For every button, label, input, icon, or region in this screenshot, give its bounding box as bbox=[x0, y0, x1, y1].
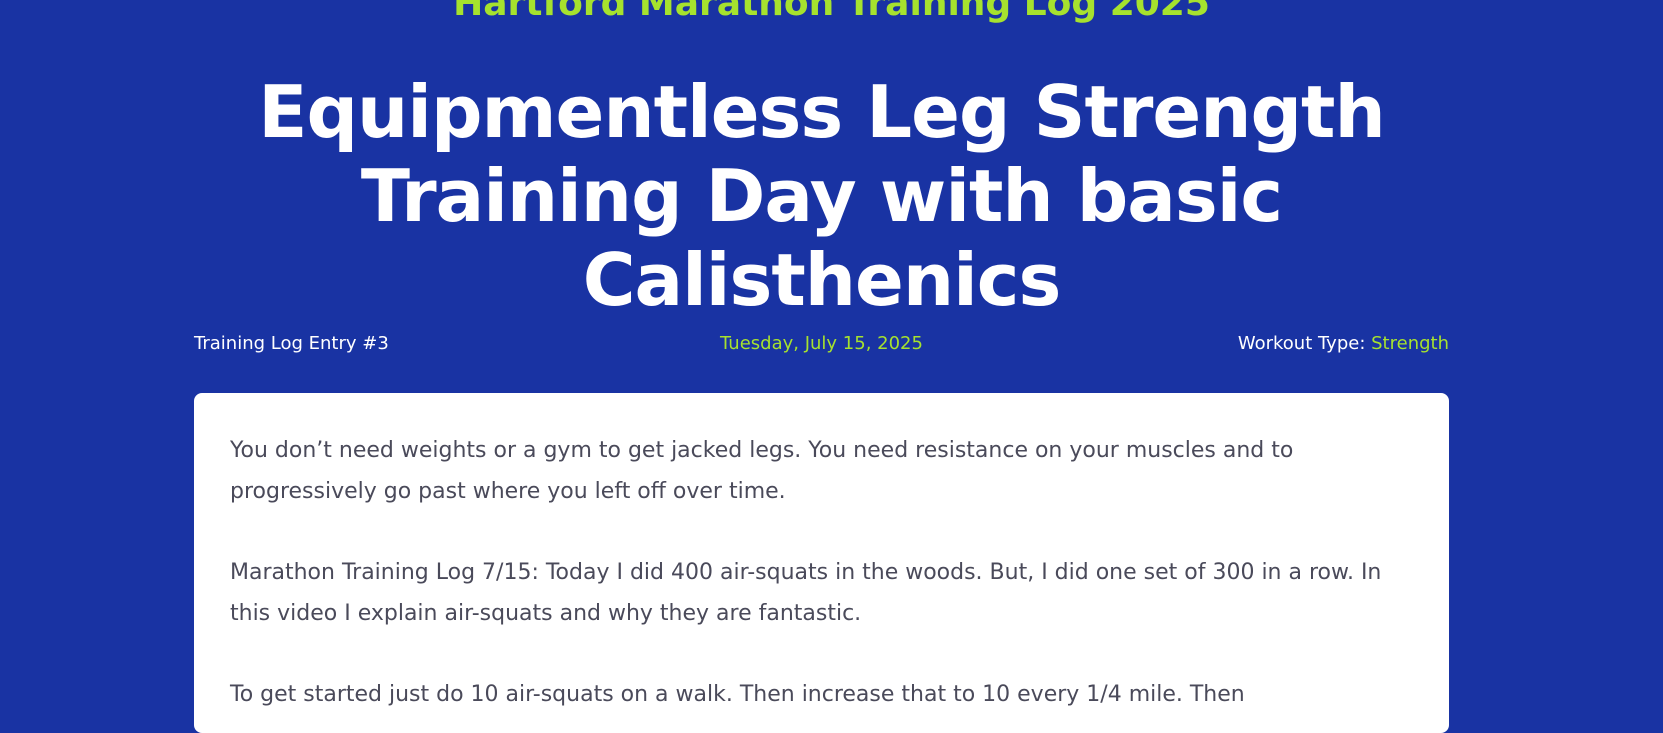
post-paragraph-2: Marathon Training Log 7/15: Today I did … bbox=[230, 560, 1382, 626]
post-title: Equipmentless Leg Strength Training Day … bbox=[258, 70, 1385, 322]
workout-type: Workout Type: Strength bbox=[1238, 332, 1449, 356]
post-paragraph-1: You don’t need weights or a gym to get j… bbox=[230, 438, 1294, 504]
workout-type-label: Workout Type: bbox=[1237, 333, 1366, 354]
site-title[interactable]: Hartford Marathon Training Log 2025 bbox=[0, 0, 1663, 24]
post-meta: Training Log Entry #3 Tuesday, July 15, … bbox=[194, 332, 1449, 356]
post-content-card: You don’t need weights or a gym to get j… bbox=[194, 393, 1449, 733]
workout-type-value[interactable]: Strength bbox=[1371, 333, 1449, 354]
post-paragraph-3: To get started just do 10 air-squats on … bbox=[230, 682, 1245, 707]
